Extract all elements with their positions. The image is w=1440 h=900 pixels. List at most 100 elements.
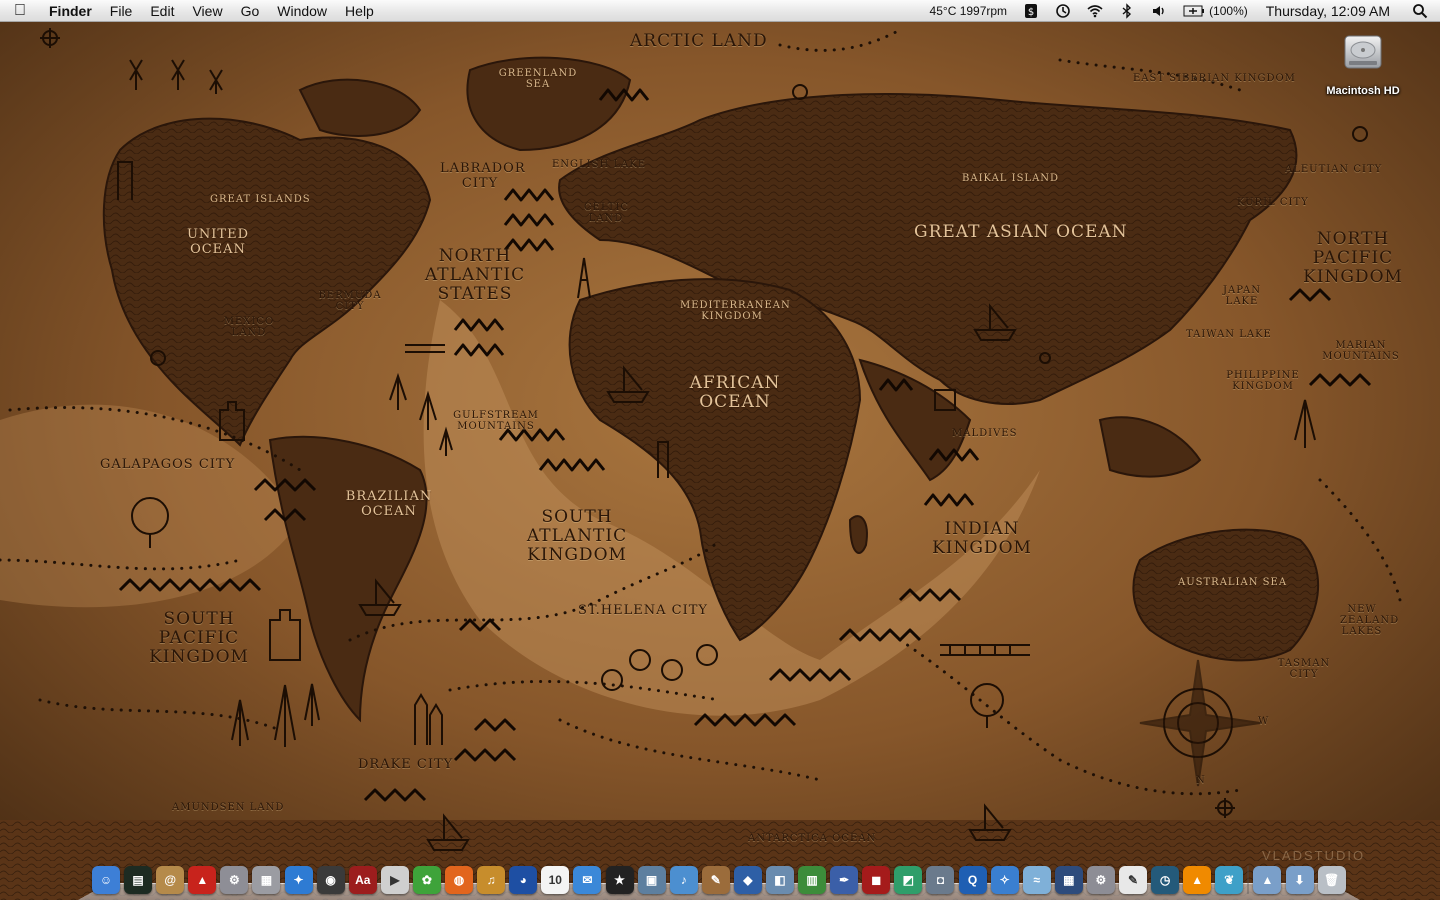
dock-trash-icon[interactable]: 🗑	[1317, 866, 1346, 894]
dock-ical-icon[interactable]: 10	[541, 866, 570, 894]
menu-go[interactable]: Go	[232, 0, 269, 22]
label-great-asian-ocean: GREAT ASIAN OCEAN	[914, 222, 1128, 242]
dock-dvd-player-icon[interactable]: ▶	[380, 866, 409, 894]
compass-north-label: N	[1196, 775, 1206, 786]
dock-pages-icon[interactable]: ✒	[830, 866, 859, 894]
menu-app-finder[interactable]: Finder	[40, 0, 101, 22]
label-great-islands: GREAT ISLANDS	[210, 194, 311, 205]
label-mediterranean-kingdom: MEDITERRANEAN KINGDOM	[680, 300, 791, 323]
bluetooth-icon[interactable]	[1111, 2, 1143, 19]
label-greenland-sea: GREENLAND SEA	[498, 68, 578, 91]
menu-extras: 45°C 1997rpm $ (100%) Thursday, 12:09 AM	[922, 0, 1440, 22]
label-labrador-city: LABRADOR CITY	[440, 161, 526, 191]
label-taiwan-lake: TAIWAN LAKE	[1186, 329, 1272, 340]
menu-window[interactable]: Window	[268, 0, 336, 22]
dock-iphoto-icon[interactable]: ▣	[637, 866, 666, 894]
dock-garageband-icon[interactable]: ♫	[477, 866, 506, 894]
wifi-icon[interactable]	[1079, 3, 1111, 19]
dock-iweb-icon[interactable]: ✎	[701, 866, 730, 894]
dock-dashboard-icon[interactable]: ◉	[316, 866, 345, 894]
dock-vlc-icon[interactable]: ▲	[1183, 866, 1212, 894]
label-united-ocean: UNITED OCEAN	[186, 227, 250, 257]
menu-edit[interactable]: Edit	[141, 0, 183, 22]
dock-fire-hydrant-icon[interactable]: ▲	[188, 866, 217, 894]
dock-spaces-icon[interactable]: ▦	[1054, 866, 1083, 894]
dock-automator-icon[interactable]: ⚙	[220, 866, 249, 894]
label-south-pacific-kingdom: SOUTH PACIFIC KINGDOM	[149, 609, 249, 668]
dock-google-earth-icon[interactable]: ◕	[509, 866, 538, 894]
dock-items: ☺ ▤ @ ▲ ⚙ ▦ ✦ ◉ Aa ▶ ✿ ◍ ♫ ◕ 10 ✉ ★ ▣ ♪ ✎ ◆ ◧ ▥ ✒ ◼ ◩ ◘ Q ✧ ≈ ▦ ⚙ ✎ ◷ ▲ ❦ ▲ ⬇…	[92, 862, 1346, 894]
dock-keynote-icon[interactable]: ◆	[733, 866, 762, 894]
apple-menu-icon[interactable]: 	[0, 2, 40, 20]
dock-dictionary-icon[interactable]: Aa	[348, 866, 377, 894]
dock-sidenote-icon[interactable]: ❦	[1215, 866, 1244, 894]
dock-image-capture-icon[interactable]: ◘	[926, 866, 955, 894]
dock-photo-booth-icon[interactable]: ◼	[862, 866, 891, 894]
desktop-wallpaper-map	[0, 0, 1440, 900]
label-maldives: MALDIVES	[952, 428, 1018, 439]
menu-extra-app-icon[interactable]: $	[1015, 3, 1047, 19]
menu-help[interactable]: Help	[336, 0, 383, 22]
desktop-icon-label: Macintosh HD	[1326, 85, 1400, 97]
dock-firefox-icon[interactable]: ◍	[445, 866, 474, 894]
label-north-atlantic-states: NORTH ATLANTIC STATES	[424, 246, 526, 305]
label-drake-city: DRAKE CITY	[358, 757, 454, 772]
dock-safari-icon[interactable]: ✧	[990, 866, 1019, 894]
spotlight-icon[interactable]	[1404, 3, 1440, 19]
hard-drive-icon	[1344, 35, 1382, 69]
dock-preview-icon[interactable]: ◧	[765, 866, 794, 894]
dock-calculator-icon[interactable]: ▦	[252, 866, 281, 894]
dock-pixelmator-icon[interactable]: ◩	[894, 866, 923, 894]
label-african-ocean: AFRICAN OCEAN	[689, 373, 781, 413]
dock-system-preferences-icon[interactable]: ⚙	[1086, 866, 1115, 894]
dock-itunes-icon[interactable]: ♪	[669, 866, 698, 894]
label-tasman-city: TASMAN CITY	[1277, 658, 1331, 681]
menu-file[interactable]: File	[101, 0, 142, 22]
label-kuril-city: KURIL CITY	[1237, 197, 1309, 208]
label-japan-lake: JAPAN LAKE	[1222, 285, 1261, 308]
dock-imovie-icon[interactable]: ★	[605, 866, 634, 894]
dock-ichat-icon[interactable]: ✉	[573, 866, 602, 894]
dock-downloads-folder-icon[interactable]: ⬇	[1285, 866, 1314, 894]
dock-safari-compass-icon[interactable]: ✦	[284, 866, 313, 894]
dock-time-machine-icon[interactable]: ◷	[1151, 866, 1180, 894]
label-marian-mountains: MARIAN MOUNTAINS	[1322, 340, 1400, 363]
dock-ichat-frog-icon[interactable]: ✿	[412, 866, 441, 894]
label-new-zealand-lakes: NEW ZEALAND LAKES	[1340, 604, 1400, 638]
dock-address-book-icon[interactable]: @	[156, 866, 185, 894]
label-amundsen-land: AMUNDSEN LAND	[172, 802, 285, 813]
label-gulfstream-mountains: GULFSTREAM MOUNTAINS	[453, 410, 539, 433]
time-machine-icon[interactable]	[1047, 3, 1079, 19]
dock-textedit-icon[interactable]: ✎	[1119, 866, 1147, 894]
volume-icon[interactable]	[1143, 3, 1175, 19]
label-australian-sea: AUSTRALIAN SEA	[1178, 577, 1288, 588]
sensor-status[interactable]: 45°C 1997rpm	[922, 4, 1016, 18]
label-english-lake: ENGLISH LAKE	[552, 159, 647, 170]
menu-bar:  Finder File Edit View Go Window Help 4…	[0, 0, 1440, 22]
label-philippine-kingdom: PHILIPPINE KINGDOM	[1226, 370, 1300, 393]
label-antarctica-ocean: ANTARCTICA OCEAN	[748, 833, 877, 844]
dock-numbers-icon[interactable]: ▥	[798, 866, 827, 894]
label-south-atlantic-kingdom: SOUTH ATLANTIC KINGDOM	[526, 507, 628, 566]
label-bermuda-city: BERMUDA CITY	[318, 290, 382, 313]
dock-fish-app-icon[interactable]: ≈	[1022, 866, 1051, 894]
label-north-pacific-kingdom: NORTH PACIFIC KINGDOM	[1303, 229, 1403, 288]
dock-finder-icon[interactable]: ☺	[92, 866, 120, 894]
battery-status[interactable]: (100%)	[1175, 4, 1256, 18]
svg-text:$: $	[1028, 7, 1034, 18]
battery-icon	[1183, 5, 1205, 16]
label-arctic-land: ARCTIC LAND	[630, 31, 768, 51]
label-mexico-land: MEXICO LAND	[223, 316, 275, 339]
label-aleutian-city: ALEUTIAN CITY	[1285, 164, 1383, 175]
dock-separator	[1247, 866, 1250, 894]
menu-view[interactable]: View	[183, 0, 231, 22]
menu-clock[interactable]: Thursday, 12:09 AM	[1256, 3, 1404, 19]
desktop-icon-macintosh-hd[interactable]: Macintosh HD	[1316, 30, 1410, 97]
label-indian-kingdom: INDIAN KINGDOM	[932, 519, 1032, 559]
label-celtic-land: CELTIC LAND	[584, 202, 630, 225]
dock-applications-folder-icon[interactable]: ▲	[1253, 866, 1282, 894]
label-st-helena-city: ST.HELENA CITY	[578, 603, 708, 618]
dock-activity-monitor-icon[interactable]: ▤	[124, 866, 153, 894]
dock-quicktime-icon[interactable]: Q	[958, 866, 987, 894]
dock: ☺ ▤ @ ▲ ⚙ ▦ ✦ ◉ Aa ▶ ✿ ◍ ♫ ◕ 10 ✉ ★ ▣ ♪ ✎ ◆ ◧ ▥ ✒ ◼ ◩ ◘ Q ✧ ≈ ▦ ⚙ ✎ ◷ ▲ ❦ ▲ ⬇…	[78, 858, 1360, 900]
